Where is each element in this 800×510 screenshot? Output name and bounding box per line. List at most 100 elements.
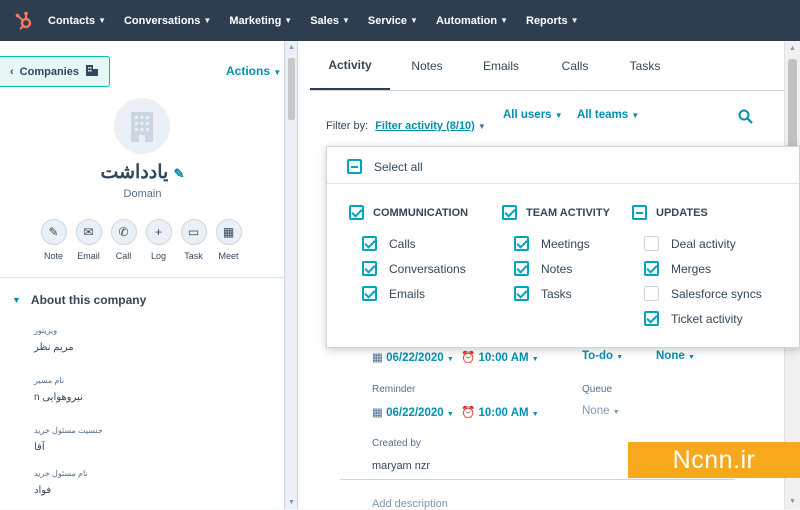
- task-action[interactable]: ▭ Task: [180, 219, 207, 261]
- group-communication[interactable]: COMMUNICATION: [349, 205, 468, 220]
- due-date-row: ▦ 06/22/2020 ▼ ⏰ 10:00 AM ▼: [372, 350, 539, 364]
- checkbox-checked-icon[interactable]: [644, 311, 659, 326]
- calendar-icon[interactable]: ▦: [215, 219, 242, 245]
- chevron-down-icon: ▼: [531, 356, 539, 363]
- tab-notes[interactable]: Notes: [390, 41, 464, 91]
- building-icon: [85, 63, 99, 80]
- scroll-down-icon[interactable]: ▼: [288, 499, 295, 506]
- checkbox-checked-icon[interactable]: [514, 261, 529, 276]
- activity-tabs: Activity Notes Emails Calls Tasks: [310, 41, 678, 91]
- nav-sales[interactable]: Sales ▼: [310, 15, 350, 27]
- group-updates[interactable]: UPDATES: [632, 205, 708, 220]
- search-icon[interactable]: [738, 109, 753, 128]
- actions-menu[interactable]: Actions ▼: [226, 64, 281, 78]
- calendar-icon: ▦: [372, 352, 383, 364]
- scroll-up-icon[interactable]: ▲: [789, 45, 796, 52]
- hubspot-logo-icon[interactable]: [0, 0, 48, 41]
- filter-activity-link[interactable]: Filter activity (8/10) ▼: [375, 120, 486, 132]
- chevron-down-icon: ▼: [477, 122, 486, 131]
- filter-conversations[interactable]: Conversations: [362, 261, 466, 276]
- email-action[interactable]: ✉ Email: [75, 219, 102, 261]
- action-buttons: ✎ Note ✉ Email ✆ Call + Log ▭ Task ▦ Meet: [40, 219, 242, 261]
- filter-emails[interactable]: Emails: [362, 286, 425, 301]
- checkbox-indeterminate-icon[interactable]: [347, 159, 362, 174]
- task-type-select[interactable]: To-do ▼: [582, 350, 623, 362]
- checkbox-checked-icon[interactable]: [514, 286, 529, 301]
- reminder-date[interactable]: 06/22/2020: [386, 407, 444, 419]
- back-to-companies-button[interactable]: ‹ Companies: [0, 56, 110, 87]
- users-select[interactable]: All users ▼: [503, 109, 563, 121]
- about-section-toggle[interactable]: ▼ About this company: [12, 293, 146, 307]
- nav-marketing[interactable]: Marketing ▼: [229, 15, 292, 27]
- checkbox-checked-icon[interactable]: [362, 286, 377, 301]
- top-nav: Contacts ▼ Conversations ▼ Marketing ▼ Sale…: [0, 0, 800, 41]
- created-by-value: maryam nzr: [372, 460, 431, 472]
- calendar-icon: ▦: [372, 407, 383, 419]
- phone-icon[interactable]: ✆: [110, 219, 137, 245]
- company-name[interactable]: یادداشت ✎: [0, 161, 284, 184]
- note-icon[interactable]: ✎: [40, 219, 67, 245]
- company-sidebar: ‹ Companies Actions ▼ یادداشت ✎ Domain ✎…: [0, 41, 285, 509]
- property-visitor[interactable]: ویزیتور مریم نظر: [34, 326, 74, 353]
- nav-reports[interactable]: Reports ▼: [526, 15, 578, 27]
- log-action[interactable]: + Log: [145, 219, 172, 261]
- due-date[interactable]: 06/22/2020: [386, 352, 444, 364]
- note-action[interactable]: ✎ Note: [40, 219, 67, 261]
- chevron-down-icon: ▼: [554, 111, 563, 120]
- checkbox-indeterminate-icon[interactable]: [632, 205, 647, 220]
- company-domain[interactable]: Domain: [0, 188, 284, 200]
- chevron-down-icon: ▼: [446, 356, 454, 363]
- tab-calls[interactable]: Calls: [538, 41, 612, 91]
- pencil-icon[interactable]: ✎: [174, 166, 185, 181]
- reminder-time[interactable]: 10:00 AM: [479, 407, 529, 419]
- checkbox-checked-icon[interactable]: [502, 205, 517, 220]
- sidebar-scrollbar[interactable]: ▲ ▼: [285, 41, 298, 509]
- filter-tasks[interactable]: Tasks: [514, 286, 572, 301]
- nav-contacts[interactable]: Contacts ▼: [48, 15, 106, 27]
- filter-merges[interactable]: Merges: [644, 261, 711, 276]
- scrollbar-thumb[interactable]: [288, 58, 295, 120]
- task-priority-select[interactable]: None ▼: [656, 350, 695, 362]
- checkbox-checked-icon[interactable]: [362, 236, 377, 251]
- chevron-down-icon: ▼: [616, 354, 624, 361]
- checkbox-checked-icon[interactable]: [514, 236, 529, 251]
- filter-meetings[interactable]: Meetings: [514, 236, 590, 251]
- checkbox-empty-icon[interactable]: [644, 236, 659, 251]
- meet-action[interactable]: ▦ Meet: [215, 219, 242, 261]
- filter-deal-activity[interactable]: Deal activity: [644, 236, 736, 251]
- tab-activity[interactable]: Activity: [310, 41, 390, 91]
- scroll-down-icon[interactable]: ▼: [789, 498, 796, 505]
- chevron-down-icon: ▼: [284, 16, 293, 25]
- call-action[interactable]: ✆ Call: [110, 219, 137, 261]
- checkbox-empty-icon[interactable]: [644, 286, 659, 301]
- plus-icon[interactable]: +: [145, 219, 172, 245]
- envelope-icon[interactable]: ✉: [75, 219, 102, 245]
- task-icon[interactable]: ▭: [180, 219, 207, 245]
- filter-salesforce-syncs[interactable]: Salesforce syncs: [644, 286, 762, 301]
- chevron-down-icon: ▼: [570, 16, 579, 25]
- tab-tasks[interactable]: Tasks: [612, 41, 678, 91]
- property-buyer-name[interactable]: نام مسئول خرید فواد: [34, 469, 88, 496]
- property-buyer-gender[interactable]: جنسیت مسئول خرید آقا: [34, 426, 103, 453]
- group-team-activity[interactable]: TEAM ACTIVITY: [502, 205, 610, 220]
- chevron-down-icon: ▼: [612, 409, 620, 416]
- due-time[interactable]: 10:00 AM: [479, 352, 529, 364]
- nav-automation[interactable]: Automation ▼: [436, 15, 508, 27]
- select-all-checkbox[interactable]: Select all: [347, 159, 423, 174]
- checkbox-checked-icon[interactable]: [362, 261, 377, 276]
- nav-service[interactable]: Service ▼: [368, 15, 418, 27]
- tab-emails[interactable]: Emails: [464, 41, 538, 91]
- checkbox-checked-icon[interactable]: [349, 205, 364, 220]
- chevron-down-icon: ▼: [631, 111, 640, 120]
- filter-calls[interactable]: Calls: [362, 236, 416, 251]
- reminder-row: ▦ 06/22/2020 ▼ ⏰ 10:00 AM ▼: [372, 405, 539, 419]
- property-route[interactable]: نام مسیر n نیروهوایی: [34, 376, 83, 403]
- checkbox-checked-icon[interactable]: [644, 261, 659, 276]
- teams-select[interactable]: All teams ▼: [577, 109, 639, 121]
- scroll-up-icon[interactable]: ▲: [288, 44, 295, 51]
- filter-notes[interactable]: Notes: [514, 261, 572, 276]
- filter-ticket-activity[interactable]: Ticket activity: [644, 311, 743, 326]
- description-input[interactable]: Add description: [372, 498, 448, 510]
- queue-select[interactable]: None ▼: [582, 405, 620, 417]
- nav-conversations[interactable]: Conversations ▼: [124, 15, 211, 27]
